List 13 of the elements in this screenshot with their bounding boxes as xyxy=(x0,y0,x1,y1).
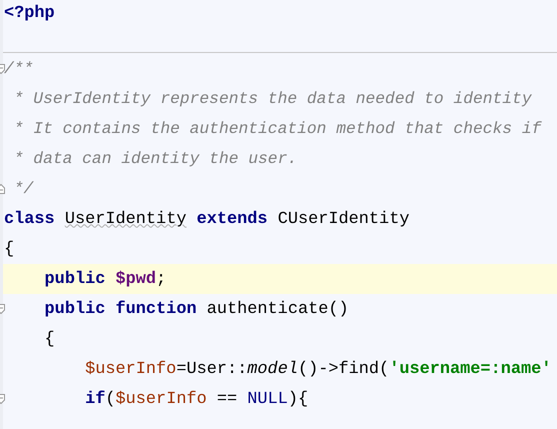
code-line: public function authenticate() xyxy=(44,300,349,318)
code-line: <?php xyxy=(3,4,55,22)
code-line: * UserIdentity represents the data needed to identity xyxy=(12,89,532,109)
code-line: { xyxy=(44,330,55,348)
code-line: * data can identity the user. xyxy=(12,149,298,169)
code-line: $userInfo=User::model()->find('username=:name' xyxy=(84,360,552,378)
code-line: * It contains the authentication method that checks if xyxy=(12,119,542,139)
code-line: if($userInfo == NULL){ xyxy=(84,390,308,408)
code-line: class UserIdentity extends CUserIdentity xyxy=(3,210,410,228)
code-line: /** xyxy=(3,59,34,79)
code-line: */ xyxy=(12,179,34,199)
code-line: public $pwd; xyxy=(44,270,166,288)
code-line: { xyxy=(3,240,14,258)
